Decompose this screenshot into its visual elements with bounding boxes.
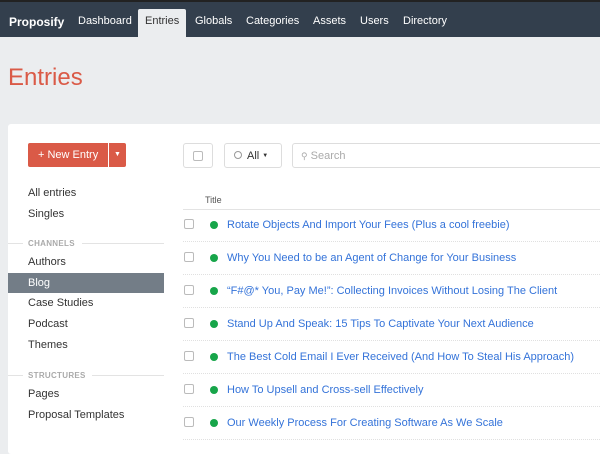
row-checkbox[interactable] [184, 318, 194, 328]
sidebar-item-authors[interactable]: Authors [28, 256, 66, 268]
brand-logo[interactable]: Proposify [9, 15, 64, 29]
status-filter-dropdown[interactable]: All ▼ [224, 143, 282, 168]
sidebar-item-singles[interactable]: Singles [28, 208, 64, 220]
row-checkbox[interactable] [184, 417, 194, 427]
status-live-icon [210, 419, 218, 427]
search-placeholder: Search [310, 150, 346, 162]
table-row: Why You Need to be an Agent of Change fo… [183, 242, 600, 275]
tab-categories[interactable]: Categories [246, 15, 299, 27]
sidebar-item-case-studies[interactable]: Case Studies [28, 297, 93, 309]
search-icon: ⚲ [301, 151, 308, 161]
structures-heading: STRUCTURES [28, 371, 86, 380]
entry-title-link[interactable]: Our Weekly Process For Creating Software… [227, 417, 503, 429]
tab-globals[interactable]: Globals [195, 15, 232, 27]
filter-label: All [247, 150, 260, 162]
new-entry-dropdown-button[interactable]: ▼ [109, 143, 126, 167]
tab-users[interactable]: Users [360, 15, 389, 27]
table-row: “F#@* You, Pay Me!”: Collecting Invoices… [183, 275, 600, 308]
caret-down-icon: ▼ [262, 153, 269, 159]
sidebar-item-proposal-templates[interactable]: Proposal Templates [28, 409, 124, 421]
sidebar-item-all-entries[interactable]: All entries [28, 187, 76, 199]
channels-heading: CHANNELS [28, 239, 75, 248]
new-entry-button[interactable]: + New Entry [28, 143, 108, 167]
status-live-icon [210, 353, 218, 361]
entry-title-link[interactable]: “F#@* You, Pay Me!”: Collecting Invoices… [227, 285, 557, 297]
row-checkbox[interactable] [184, 384, 194, 394]
status-live-icon [210, 221, 218, 229]
entry-title-link[interactable]: Why You Need to be an Agent of Change fo… [227, 252, 516, 264]
entry-title-link[interactable]: How To Upsell and Cross-sell Effectively [227, 384, 423, 396]
status-live-icon [210, 287, 218, 295]
caret-down-icon: ▼ [114, 151, 121, 158]
sidebar-item-blog[interactable]: Blog [28, 277, 50, 289]
search-input[interactable]: ⚲ Search [292, 143, 600, 168]
status-live-icon [210, 386, 218, 394]
sidebar-item-themes[interactable]: Themes [28, 339, 68, 351]
top-nav: Proposify Dashboard Entries Globals Cate… [0, 0, 600, 39]
sidebar-item-podcast[interactable]: Podcast [28, 318, 68, 330]
status-live-icon [210, 320, 218, 328]
table-row: Our Weekly Process For Creating Software… [183, 407, 600, 440]
table-row: Rotate Objects And Import Your Fees (Plu… [183, 209, 600, 242]
tab-directory[interactable]: Directory [403, 15, 447, 27]
row-checkbox[interactable] [184, 351, 194, 361]
status-circle-icon [234, 151, 242, 159]
tab-assets[interactable]: Assets [313, 15, 346, 27]
select-all-button[interactable] [183, 143, 213, 168]
sidebar-item-pages[interactable]: Pages [28, 388, 59, 400]
title-column-header[interactable]: Title [205, 195, 222, 205]
row-checkbox[interactable] [184, 252, 194, 262]
entry-title-link[interactable]: Rotate Objects And Import Your Fees (Plu… [227, 219, 509, 231]
entry-title-link[interactable]: The Best Cold Email I Ever Received (And… [227, 351, 574, 363]
table-row: The Best Cold Email I Ever Received (And… [183, 341, 600, 374]
table-row: How To Upsell and Cross-sell Effectively [183, 374, 600, 407]
row-checkbox[interactable] [184, 285, 194, 295]
entry-title-link[interactable]: Stand Up And Speak: 15 Tips To Captivate… [227, 318, 534, 330]
status-live-icon [210, 254, 218, 262]
page-title: Entries [8, 64, 83, 91]
tab-entries[interactable]: Entries [138, 9, 187, 39]
tab-dashboard[interactable]: Dashboard [78, 15, 132, 27]
table-row: Stand Up And Speak: 15 Tips To Captivate… [183, 308, 600, 341]
row-checkbox[interactable] [184, 219, 194, 229]
checkbox-icon [193, 151, 203, 161]
